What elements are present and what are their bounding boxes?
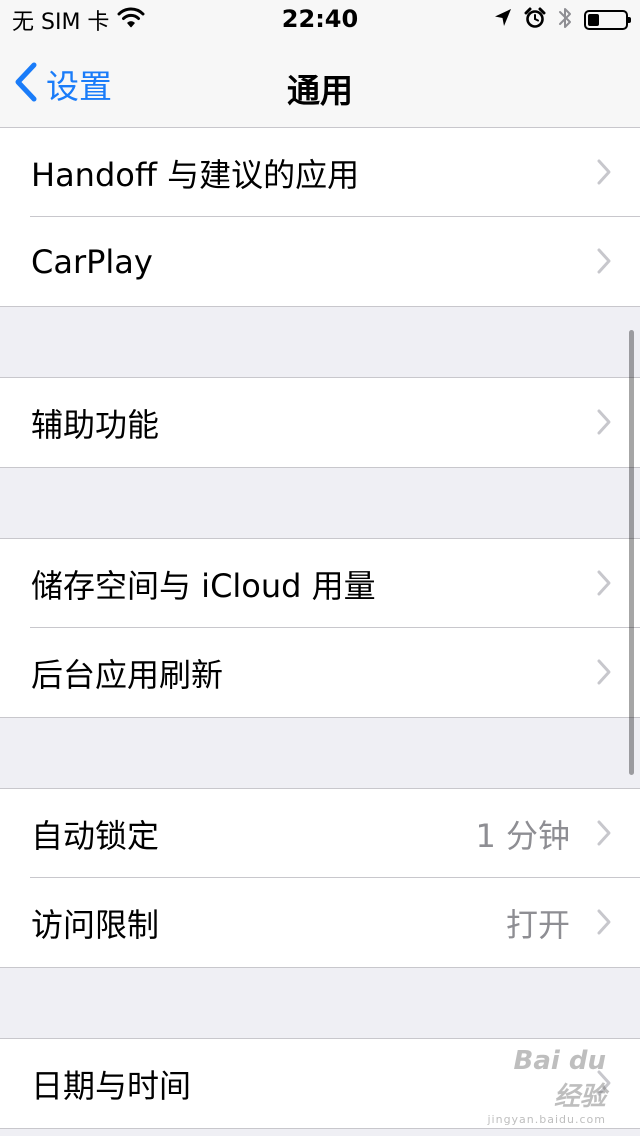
background-refresh-row[interactable]: 后台应用刷新 [0,627,640,717]
row-label: 后台应用刷新 [31,655,224,694]
auto-lock-row[interactable]: 自动锁定 1 分钟 [0,789,640,878]
chevron-right-icon [597,659,611,685]
chevron-right-icon [597,909,611,935]
row-value: 1 分钟 [475,816,570,855]
location-arrow-icon [494,8,512,32]
chevron-right-icon [597,159,611,185]
navigation-bar: 设置 通用 [0,40,640,128]
status-right [494,6,631,34]
watermark: Bai du 经验 jingyan.baidu.com [486,1046,606,1126]
restrictions-row[interactable]: 访问限制 打开 [0,877,640,967]
settings-group: 储存空间与 iCloud 用量 后台应用刷新 [0,538,640,718]
row-label: 储存空间与 iCloud 用量 [31,566,376,605]
handoff-row[interactable]: Handoff 与建议的应用 [0,128,640,217]
settings-list: Handoff 与建议的应用 CarPlay 辅助功能 储存空间与 iCloud… [0,128,640,1129]
page-title: 通用 [287,71,353,110]
battery-level [588,14,599,26]
settings-group: 辅助功能 [0,377,640,468]
status-bar: 无 SIM 卡 22:40 [0,0,640,40]
row-label: 日期与时间 [31,1066,192,1105]
chevron-right-icon [597,248,611,274]
row-value: 打开 [505,905,570,944]
row-label: CarPlay [31,242,153,281]
row-label: 自动锁定 [31,816,160,855]
chevron-right-icon [597,409,611,435]
chevron-right-icon [597,570,611,596]
settings-group: Handoff 与建议的应用 CarPlay [0,128,640,307]
row-label: Handoff 与建议的应用 [31,155,360,194]
accessibility-row[interactable]: 辅助功能 [0,378,640,467]
watermark-url: jingyan.baidu.com [487,1113,606,1126]
chevron-right-icon [597,820,611,846]
carplay-row[interactable]: CarPlay [0,216,640,306]
alarm-clock-icon [524,7,546,33]
scroll-indicator[interactable] [629,330,634,775]
battery-icon [584,10,631,30]
settings-group: 自动锁定 1 分钟 访问限制 打开 [0,788,640,968]
bluetooth-icon [558,6,572,34]
row-label: 访问限制 [31,905,160,944]
row-label: 辅助功能 [31,405,160,444]
storage-icloud-row[interactable]: 储存空间与 iCloud 用量 [0,539,640,628]
watermark-brand: Bai du 经验 [513,1046,606,1112]
